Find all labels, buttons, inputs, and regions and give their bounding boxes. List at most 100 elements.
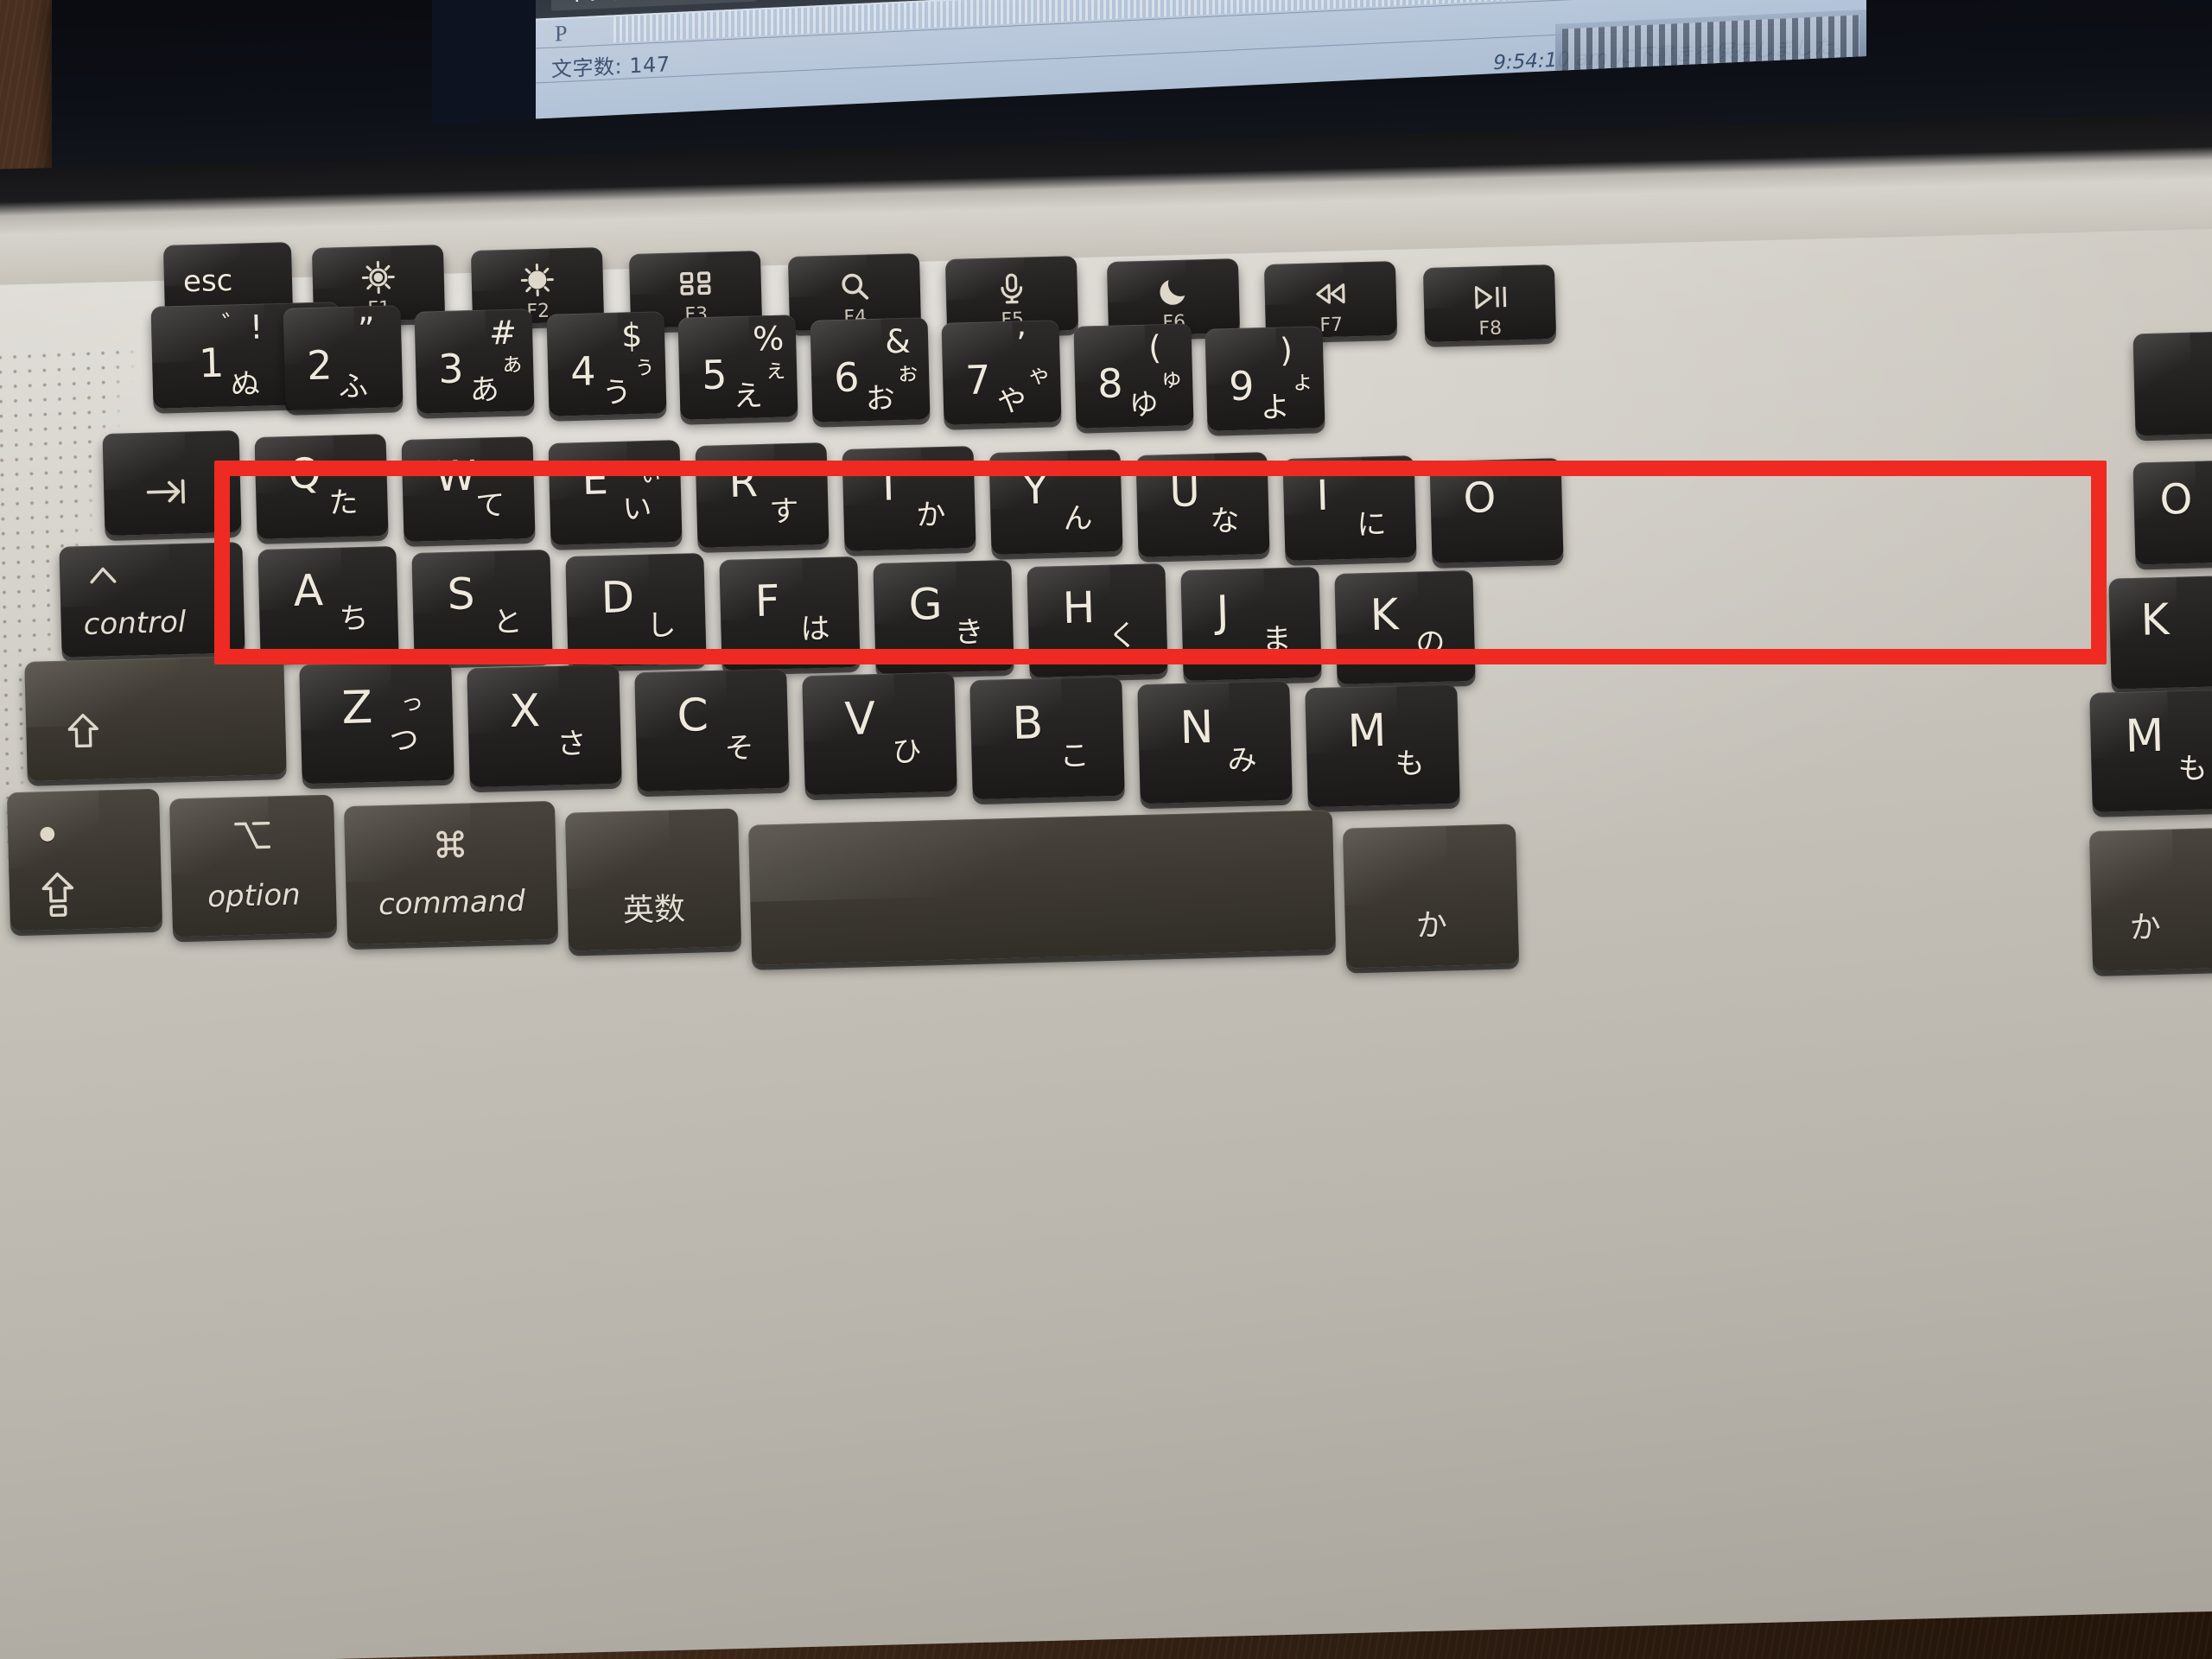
key-key-2[interactable]: ” 2 ふ	[282, 305, 404, 411]
text-control: control	[83, 604, 187, 643]
key-key-3[interactable]: #3 ぁあ	[414, 308, 535, 414]
kana-label-key-k: の	[1414, 625, 1446, 661]
key-key-f[interactable]: Fは	[719, 556, 861, 671]
letter-key-d: D	[600, 572, 635, 624]
mission-control-icon	[677, 265, 713, 303]
key-option[interactable]: option	[168, 794, 338, 938]
key-key-m[interactable]: Mも	[1305, 683, 1460, 808]
key-eisu[interactable]: 英数	[564, 808, 742, 951]
letter-key-m2: M	[2124, 709, 2165, 763]
key-key-8[interactable]: (8 ゅゆ	[1072, 323, 1194, 429]
key-key-4[interactable]: $4 ぅう	[545, 311, 667, 416]
kana-label-key-2: ふ	[337, 369, 368, 405]
key-shift-left[interactable]	[24, 655, 287, 781]
key-shift-overflow-m[interactable]: Mも	[2089, 690, 2212, 812]
key-kana[interactable]: か	[1342, 823, 1520, 969]
shift-label-key-9: )	[1279, 331, 1294, 370]
key-control[interactable]: control	[59, 542, 245, 658]
key-key-k[interactable]: Kの	[1334, 569, 1476, 685]
key-key-e[interactable]: E ぃい	[548, 439, 683, 545]
dictation-mic-icon	[994, 270, 1029, 308]
key-key-9[interactable]: ) 9 ょよ	[1205, 326, 1325, 431]
kana-label-key-q: た	[327, 485, 359, 521]
key-key-x[interactable]: Xさ	[467, 664, 622, 788]
key-qwerty-overflow-o[interactable]: O	[2133, 460, 2212, 565]
letter-key-o: O	[2158, 474, 2194, 524]
key-key-o[interactable]: O	[1429, 458, 1564, 564]
kana-label-key-j: ま	[1261, 621, 1293, 658]
letter-key-x: X	[508, 685, 541, 739]
key-key-r[interactable]: Rす	[695, 442, 830, 549]
kana-key-m2: も	[2177, 751, 2209, 787]
fn-label-f7: F7	[1319, 315, 1344, 337]
key-caps-lock[interactable]: ●	[6, 788, 163, 931]
key-key-5[interactable]: % 5 ぇえ	[677, 314, 798, 420]
key-f8[interactable]: F8	[1422, 264, 1557, 342]
kana-label-key-n: み	[1227, 742, 1258, 779]
key-key-6[interactable]: & 6 ぉお	[809, 317, 931, 423]
letter-key-w: W	[434, 451, 477, 502]
shift-label-key-6: &	[884, 321, 911, 361]
letter-key-a: A	[292, 565, 324, 617]
key-glare	[747, 816, 1101, 902]
small-kana-key-7: ゃ	[1027, 361, 1052, 390]
key-key-g[interactable]: Gき	[873, 559, 1014, 675]
digit-label-key-4: 4	[569, 347, 596, 396]
letter-key-n: N	[1179, 701, 1215, 754]
tab-arrow-icon	[142, 473, 192, 512]
key-bottom-overflow-kana[interactable]: か	[2088, 827, 2212, 972]
small-kana-key-5: ぇ	[763, 356, 788, 384]
key-number-row-overflow[interactable]	[2133, 331, 2212, 436]
shift-label-key-5: %	[752, 319, 785, 359]
key-key-7[interactable]: ’ 7 ゃや	[941, 320, 1062, 426]
key-key-q[interactable]: Qた	[254, 433, 389, 539]
key-key-b[interactable]: Bこ	[969, 676, 1125, 800]
text-kana: か	[1415, 907, 1448, 944]
key-key-w[interactable]: Wて	[401, 436, 536, 543]
digit-label-key-5: 5	[701, 350, 728, 398]
digit-label-key-1: 1	[198, 339, 226, 387]
letter-key-z: Z	[340, 681, 373, 734]
key-key-y[interactable]: Yん	[988, 448, 1123, 555]
key-key-t[interactable]: Tか	[842, 446, 976, 551]
key-key-n[interactable]: Nみ	[1137, 680, 1293, 804]
key-key-i[interactable]: Iに	[1282, 454, 1417, 561]
kana-label-key-s: と	[492, 604, 524, 640]
shift-label-key-1: !	[249, 308, 264, 346]
key-key-c[interactable]: Cそ	[634, 668, 790, 792]
key-key-u[interactable]: Uな	[1135, 452, 1270, 558]
key-glare	[2133, 332, 2192, 391]
letter-key-u: U	[1168, 467, 1201, 518]
text-command: command	[378, 883, 526, 923]
key-key-h[interactable]: Hく	[1027, 563, 1168, 678]
kana-label-key-4: う	[601, 375, 632, 411]
letter-key-b: B	[1011, 697, 1045, 751]
brightness-down-icon	[360, 260, 396, 298]
small-kana-key-6: ぉ	[895, 359, 920, 387]
key-key-v[interactable]: Vひ	[802, 672, 957, 796]
dakuten-label-key-1: ゛	[221, 309, 249, 341]
letter-key-f: F	[753, 575, 781, 627]
kana-label-key-m: も	[1395, 746, 1426, 782]
key-key-z[interactable]: Zっつ	[299, 660, 454, 784]
kana-label-key-t: か	[915, 497, 947, 533]
letter-key-r: R	[728, 458, 759, 508]
text-option: option	[207, 877, 302, 915]
key-command[interactable]: command	[343, 800, 559, 945]
do-not-disturb-moon-icon	[1155, 274, 1191, 312]
kana-label-key-7: や	[996, 384, 1027, 420]
key-space[interactable]	[747, 810, 1337, 965]
letter-key-t: T	[874, 461, 902, 511]
key-key-a[interactable]: Aち	[257, 545, 399, 661]
keyboard[interactable]: esc F1 F2 F3 F4 F5 F6 F7 F8!゛1ぬ”2ふ#3ぁあ$4…	[0, 0, 2212, 1659]
key-tab[interactable]	[102, 429, 242, 537]
key-glare	[564, 810, 671, 889]
key-glare	[2088, 829, 2175, 909]
option-icon	[232, 818, 273, 855]
kana-label-key-v: ひ	[892, 734, 923, 771]
key-home-overflow-k[interactable]: K	[2108, 575, 2212, 690]
key-key-j[interactable]: Jま	[1180, 566, 1322, 682]
key-key-s[interactable]: Sと	[411, 549, 553, 664]
kana-label-key-6: お	[864, 381, 895, 417]
key-key-d[interactable]: Dし	[565, 552, 707, 668]
